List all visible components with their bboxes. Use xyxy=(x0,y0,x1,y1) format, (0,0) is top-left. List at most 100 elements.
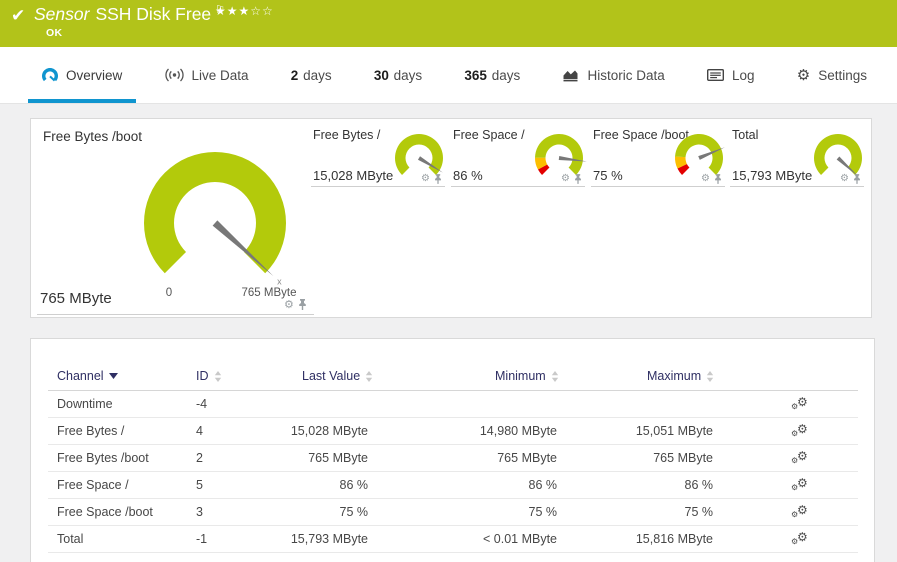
channel-minimum: 14,980 MByte xyxy=(479,424,557,438)
column-header-minimum[interactable]: Minimum xyxy=(495,369,559,383)
tab-label: days xyxy=(393,67,423,83)
pin-icon[interactable] xyxy=(434,174,442,184)
gauge-scale-min: 0 xyxy=(165,287,173,299)
channel-last-value: 15,793 MByte xyxy=(290,532,368,546)
mini-gauge-value: 86 % xyxy=(453,168,483,183)
channel-name: Downtime xyxy=(57,397,113,411)
prtg-sensor-page: ✔ Sensor SSH Disk Free ⚐ ★★★☆☆ OK Overview… xyxy=(0,0,897,562)
table-row-free-bytes-root[interactable]: Free Bytes / 4 15,028 MByte 14,980 MByte… xyxy=(48,418,858,445)
channel-settings-gear-icon[interactable]: ⚙ xyxy=(561,174,570,184)
channel-settings-gears-icon[interactable]: ⚙ ⚙ xyxy=(791,449,811,468)
table-row-total[interactable]: Total -1 15,793 MByte < 0.01 MByte 15,81… xyxy=(48,526,858,553)
channel-last-value: 86 % xyxy=(339,478,369,492)
channel-settings-gear-icon[interactable]: ⚙ xyxy=(840,174,849,184)
channel-settings-gears-icon[interactable]: ⚙ ⚙ xyxy=(791,530,811,549)
mini-gauge-cell: Total 15,793 MByte ⚙ xyxy=(730,119,864,191)
channel-minimum: 75 % xyxy=(528,505,558,519)
table-row-free-space-boot[interactable]: Free Space /boot 3 75 % 75 % 75 % ⚙ ⚙ xyxy=(48,499,858,526)
gauge-scale-max: 765 MByte xyxy=(241,287,297,299)
pin-icon[interactable] xyxy=(298,299,307,310)
priority-stars[interactable]: ★★★☆☆ xyxy=(215,4,274,18)
channel-id: -4 xyxy=(196,397,208,411)
channel-id: 5 xyxy=(196,478,203,492)
channel-settings-gear-icon[interactable]: ⚙ xyxy=(284,299,294,310)
mini-gauge-actions: ⚙ xyxy=(421,174,442,184)
channel-maximum: 15,816 MByte xyxy=(635,532,713,546)
channel-maximum: 75 % xyxy=(684,505,714,519)
column-header-last-value[interactable]: Last Value xyxy=(302,369,373,383)
mini-gauge-cell: Free Space /boot 75 % ⚙ xyxy=(591,119,725,191)
svg-text:x: x xyxy=(277,277,282,287)
column-label: Minimum xyxy=(495,369,546,383)
tab-label: Log xyxy=(731,67,755,83)
channel-name: Total xyxy=(57,532,84,546)
column-header-maximum[interactable]: Maximum xyxy=(647,369,714,383)
channel-maximum: 15,051 MByte xyxy=(635,424,713,438)
channel-id: 2 xyxy=(196,451,203,465)
channel-last-value: 15,028 MByte xyxy=(290,424,368,438)
tab-label: days xyxy=(303,67,332,83)
sort-toggle-icon xyxy=(551,370,558,382)
channels-table: Channel ID Last Value Minimum Maximum Do… xyxy=(48,363,858,553)
sensor-name: SSH Disk Free xyxy=(95,4,212,24)
sort-desc-icon xyxy=(108,373,118,379)
channel-maximum: 765 MByte xyxy=(653,451,713,465)
pin-icon[interactable] xyxy=(853,174,861,184)
table-row-free-space-root[interactable]: Free Space / 5 86 % 86 % 86 % ⚙ ⚙ xyxy=(48,472,858,499)
live-data-icon xyxy=(164,68,184,82)
tab-label: Overview xyxy=(66,67,123,83)
channel-minimum: 765 MByte xyxy=(497,451,557,465)
gauge-icon xyxy=(42,67,58,83)
table-row-free-bytes-boot[interactable]: Free Bytes /boot 2 765 MByte 765 MByte 7… xyxy=(48,445,858,472)
tab-30-days[interactable]: 30 days xyxy=(360,47,436,103)
column-header-id[interactable]: ID xyxy=(196,369,222,383)
channel-name: Free Space / xyxy=(57,478,129,492)
column-header-channel[interactable]: Channel xyxy=(57,369,118,383)
tab-2-days[interactable]: 2 days xyxy=(277,47,346,103)
mini-gauge-title: Free Bytes / xyxy=(313,128,381,142)
separator xyxy=(311,186,445,187)
pin-icon[interactable] xyxy=(714,174,722,184)
sensor-title-prefix: Sensor xyxy=(34,4,90,24)
tab-log[interactable]: Log xyxy=(693,47,769,103)
tab-historic-data[interactable]: Historic Data xyxy=(548,47,678,103)
separator xyxy=(591,186,725,187)
tab-overview[interactable]: Overview xyxy=(28,47,137,103)
channel-name: Free Space /boot xyxy=(57,505,153,519)
channel-settings-gear-icon[interactable]: ⚙ xyxy=(421,174,430,184)
tab-settings[interactable]: ⚙ Settings xyxy=(783,47,881,103)
channel-settings-gear-icon[interactable]: ⚙ xyxy=(701,174,710,184)
tab-live-data[interactable]: Live Data xyxy=(151,47,263,103)
mini-gauge-value: 15,793 MByte xyxy=(732,168,813,183)
channel-settings-gears-icon[interactable]: ⚙ ⚙ xyxy=(791,503,811,522)
channel-id: 3 xyxy=(196,505,203,519)
sensor-title: Sensor SSH Disk Free ⚐ xyxy=(34,4,225,25)
channel-last-value: 75 % xyxy=(339,505,369,519)
stars-empty: ☆☆ xyxy=(250,4,274,18)
stars-filled: ★★★ xyxy=(215,4,251,18)
status-ok-check-icon: ✔ xyxy=(11,6,26,25)
primary-gauge-actions: ⚙ xyxy=(284,299,307,310)
channel-settings-gears-icon[interactable]: ⚙ ⚙ xyxy=(791,476,811,495)
tab-365-days[interactable]: 365 days xyxy=(450,47,534,103)
separator xyxy=(730,186,864,187)
sort-toggle-icon xyxy=(214,370,221,382)
primary-gauge-value: 765 MByte xyxy=(40,290,112,307)
tab-label-number: 30 xyxy=(373,67,389,83)
channel-settings-gears-icon[interactable]: ⚙ ⚙ xyxy=(791,395,811,414)
table-row-downtime[interactable]: Downtime -4 ⚙ ⚙ xyxy=(48,391,858,418)
mini-gauge-cell: Free Space / 86 % ⚙ xyxy=(451,119,587,191)
sensor-tabbar: Overview Live Data 2 days 30 days 365 da… xyxy=(0,47,897,104)
separator xyxy=(37,314,314,315)
tab-label-number: 365 xyxy=(464,67,487,83)
channel-settings-gears-icon[interactable]: ⚙ ⚙ xyxy=(791,422,811,441)
status-badge: OK xyxy=(46,27,63,39)
tab-label-number: 2 xyxy=(290,67,299,83)
mini-gauge-cell: Free Bytes / 15,028 MByte ⚙ xyxy=(311,119,445,191)
log-icon xyxy=(706,69,724,81)
mini-gauge-value: 75 % xyxy=(593,168,623,183)
pin-icon[interactable] xyxy=(574,174,582,184)
column-label: ID xyxy=(196,369,209,383)
overview-gauges-panel: Free Bytes /boot x 0 765 MByte 765 MByte… xyxy=(30,118,872,318)
channel-minimum: < 0.01 MByte xyxy=(483,532,557,546)
